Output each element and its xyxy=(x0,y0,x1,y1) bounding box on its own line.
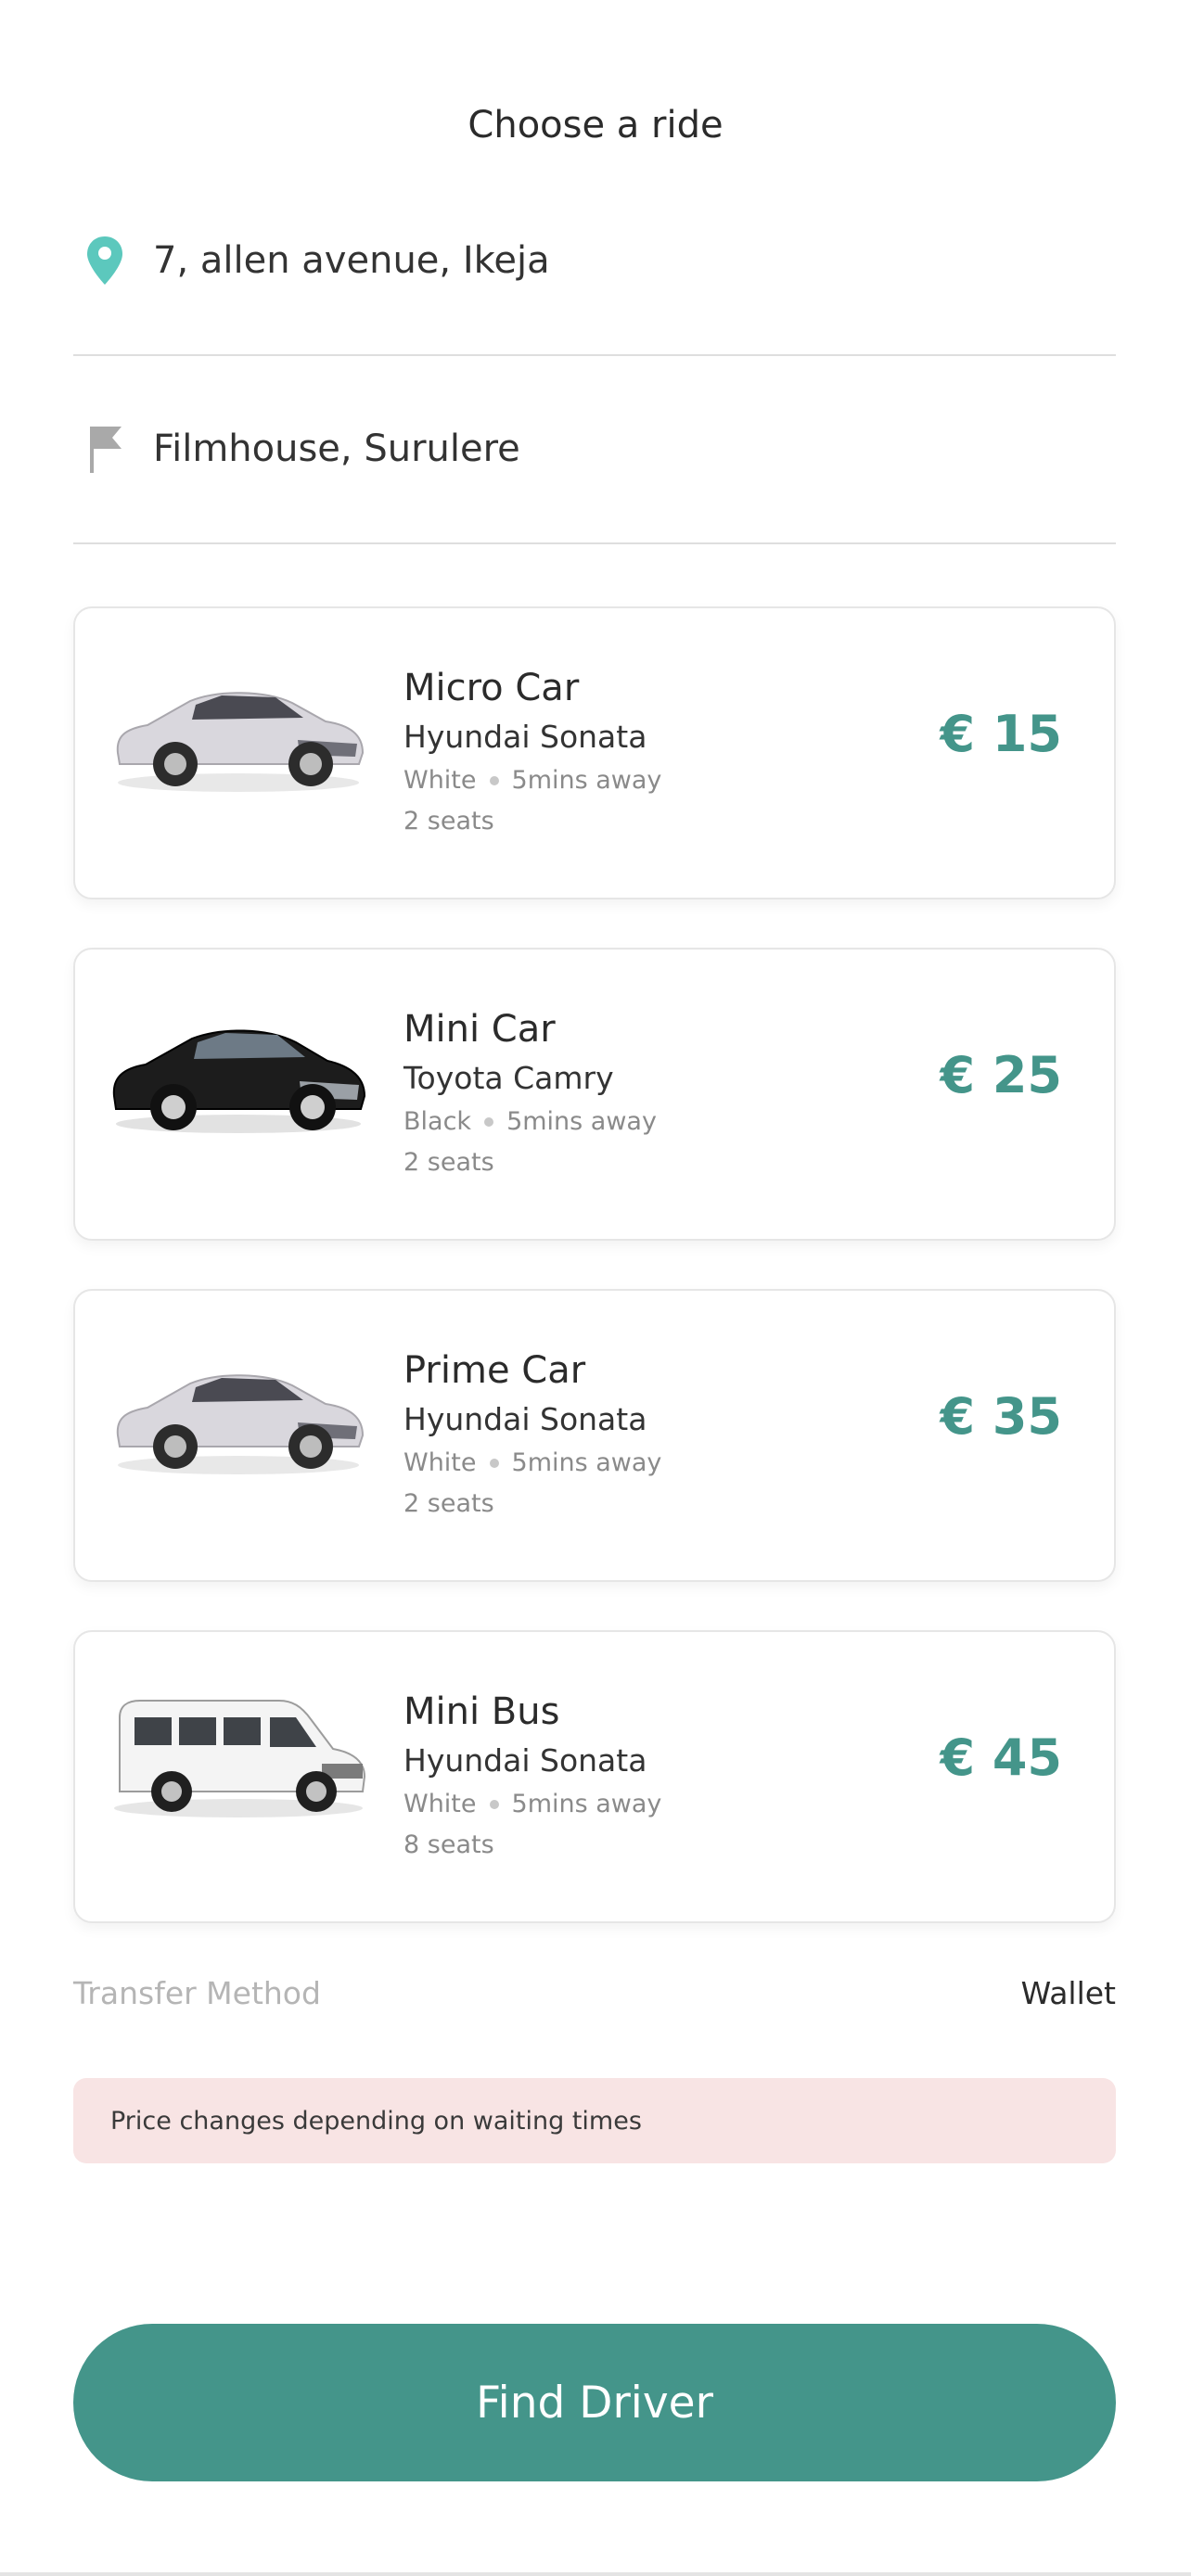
location-pin-icon xyxy=(79,233,131,288)
ride-model: Hyundai Sonata xyxy=(403,1742,647,1779)
ride-color: White xyxy=(403,766,477,795)
ride-option-mini-bus[interactable]: Mini Bus Hyundai Sonata White 5mins away… xyxy=(73,1630,1116,1923)
flag-icon xyxy=(79,421,131,477)
ride-seats: 2 seats xyxy=(403,1489,494,1518)
silver-sedan-image xyxy=(107,1346,370,1486)
ride-name: Prime Car xyxy=(403,1349,586,1392)
ride-price: € 35 xyxy=(940,1387,1062,1446)
pickup-location-text: 7, allen avenue, Ikeja xyxy=(153,239,550,282)
ride-color: White xyxy=(403,1790,477,1818)
ride-model: Hyundai Sonata xyxy=(403,719,647,755)
find-driver-button[interactable]: Find Driver xyxy=(73,2324,1116,2481)
ride-price: € 25 xyxy=(940,1046,1062,1104)
ride-eta: 5mins away xyxy=(506,1107,657,1136)
separator-dot xyxy=(489,776,499,785)
ride-eta: 5mins away xyxy=(511,766,662,795)
ride-seats: 2 seats xyxy=(403,1148,494,1177)
ride-price: € 45 xyxy=(940,1728,1062,1787)
ride-option-micro-car[interactable]: Micro Car Hyundai Sonata White 5mins awa… xyxy=(73,606,1116,899)
pickup-location-field[interactable]: 7, allen avenue, Ikeja xyxy=(73,167,1116,356)
ride-color: Black xyxy=(403,1107,472,1136)
ride-seats: 8 seats xyxy=(403,1830,494,1859)
ride-option-prime-car[interactable]: Prime Car Hyundai Sonata White 5mins awa… xyxy=(73,1289,1116,1582)
ride-color: White xyxy=(403,1448,477,1477)
page-title: Choose a ride xyxy=(467,104,724,147)
ride-model: Hyundai Sonata xyxy=(403,1401,647,1437)
transfer-method-value[interactable]: Wallet xyxy=(1021,1975,1116,2011)
ride-option-mini-car[interactable]: Mini Car Toyota Camry Black 5mins away 2… xyxy=(73,948,1116,1241)
ride-eta: 5mins away xyxy=(511,1790,662,1818)
separator-dot xyxy=(484,1117,494,1127)
separator-dot xyxy=(489,1800,499,1809)
ride-name: Micro Car xyxy=(403,667,580,709)
ride-price: € 15 xyxy=(940,705,1062,763)
transfer-method-row[interactable]: Transfer Method Wallet xyxy=(73,1975,1116,2011)
price-notice-banner: Price changes depending on waiting times xyxy=(73,2078,1116,2163)
black-sedan-image xyxy=(107,1005,370,1144)
ride-name: Mini Bus xyxy=(403,1690,560,1733)
dropoff-location-text: Filmhouse, Surulere xyxy=(153,427,520,470)
bottom-divider xyxy=(0,2572,1191,2576)
transfer-method-label: Transfer Method xyxy=(73,1975,321,2011)
ride-name: Mini Car xyxy=(403,1008,556,1051)
ride-seats: 2 seats xyxy=(403,807,494,835)
ride-eta: 5mins away xyxy=(511,1448,662,1477)
ride-model: Toyota Camry xyxy=(403,1060,614,1096)
dropoff-location-field[interactable]: Filmhouse, Surulere xyxy=(73,355,1116,544)
separator-dot xyxy=(489,1459,499,1468)
white-van-image xyxy=(107,1688,370,1827)
silver-sedan-image xyxy=(107,664,370,803)
price-notice-text: Price changes depending on waiting times xyxy=(110,2106,642,2136)
